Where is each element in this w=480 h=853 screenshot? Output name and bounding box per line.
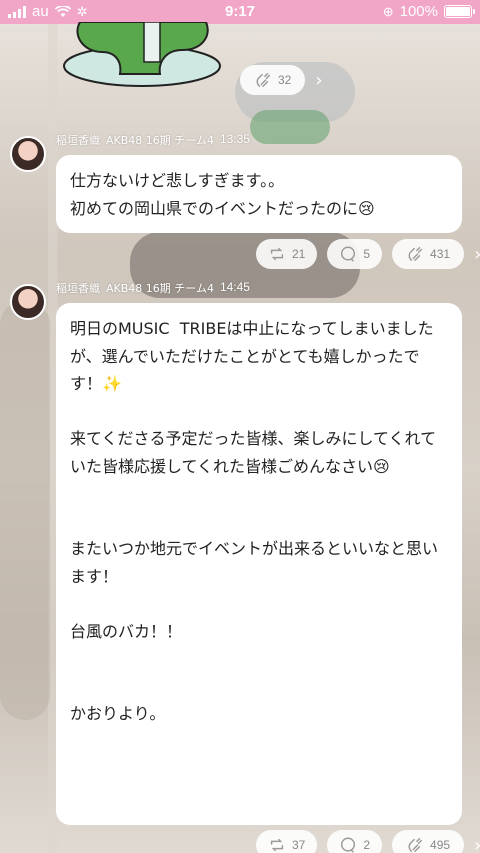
message-paragraph: かおりより。	[70, 704, 166, 723]
clap-icon	[408, 246, 423, 262]
clap-button[interactable]: 32	[240, 65, 306, 95]
message-bubble: 仕方ないけど悲しすぎます。。 初めての岡山県でのイベントだったのに😢	[56, 155, 462, 233]
author-name: 稲垣香織	[56, 282, 100, 295]
message-bubble: 明日のMUSIC TRIBEは中止になってしまいましたが、選んでいただけたことが…	[56, 303, 462, 825]
comment-count: 5	[363, 247, 371, 261]
comment-count: 2	[363, 838, 371, 852]
post-time: 14:45	[219, 280, 250, 294]
status-bar: au ✲ 9:17 ⊕ 100%	[0, 0, 480, 24]
clap-count: 495	[430, 838, 451, 852]
chevron-right-icon[interactable]: ›	[315, 70, 322, 91]
clap-count: 32	[278, 73, 292, 87]
comment-button[interactable]: 5	[327, 239, 383, 269]
author-group: AKB48 16期 チーム4	[106, 282, 214, 295]
top-post-reactions: 32 ›	[240, 65, 323, 95]
author-group: AKB48 16期 チーム4	[106, 134, 214, 147]
orientation-lock-icon: ⊕	[382, 3, 394, 19]
retweet-button[interactable]: 21	[256, 239, 318, 269]
clap-button[interactable]: 431	[392, 239, 465, 269]
comment-icon	[341, 246, 356, 262]
crying-emoji: 😢	[373, 456, 390, 476]
message-line: 初めての岡山県でのイベントだったのに😢	[70, 195, 448, 223]
message-paragraph: 来てくださる予定だった皆様、楽しみにしてくれていた皆様応援してくれた皆様ごめんな…	[70, 425, 446, 480]
post1-reactions: 21 5 431 ›	[256, 239, 480, 269]
chevron-right-icon[interactable]: ›	[474, 835, 480, 853]
author-name: 稲垣香織	[56, 134, 100, 147]
clap-icon	[256, 72, 271, 88]
message-paragraph: またいつか地元でイベントが出来るといいなと思います！	[70, 539, 439, 586]
post2-reactions: 37 2 495 ›	[256, 830, 480, 853]
message-text: 初めての岡山県でのイベントだったのに	[70, 198, 359, 218]
avatar[interactable]	[10, 284, 46, 320]
frog-stamp-image	[63, 22, 221, 87]
retweet-icon	[270, 838, 284, 852]
background-figure	[0, 300, 50, 720]
avatar[interactable]	[10, 136, 46, 172]
background-figure	[250, 110, 330, 144]
message-paragraph: 明日のMUSIC TRIBEは中止になってしまいましたが、選んでいただけたことが…	[70, 315, 446, 398]
chevron-right-icon[interactable]: ›	[474, 244, 480, 265]
comment-button[interactable]: 2	[327, 830, 383, 853]
retweet-count: 37	[292, 838, 306, 852]
retweet-count: 21	[292, 247, 306, 261]
clap-count: 431	[430, 247, 451, 261]
message-line: 仕方ないけど悲しすぎます。。	[70, 171, 285, 190]
crying-emoji: 😢	[358, 198, 375, 218]
message-text: 明日のMUSIC TRIBEは中止になってしまいましたが、選んでいただけたことが…	[70, 319, 434, 393]
clap-button[interactable]: 495	[392, 830, 465, 853]
clap-icon	[408, 837, 423, 853]
sparkle-emoji: ✨	[102, 374, 122, 393]
battery-icon	[444, 5, 475, 18]
battery-percent: 100%	[399, 3, 438, 20]
comment-icon	[341, 837, 356, 853]
retweet-icon	[270, 247, 284, 261]
message-paragraph: 台風のバカ！！	[70, 621, 183, 641]
post-time: 13:35	[219, 132, 250, 146]
retweet-button[interactable]: 37	[256, 830, 318, 853]
